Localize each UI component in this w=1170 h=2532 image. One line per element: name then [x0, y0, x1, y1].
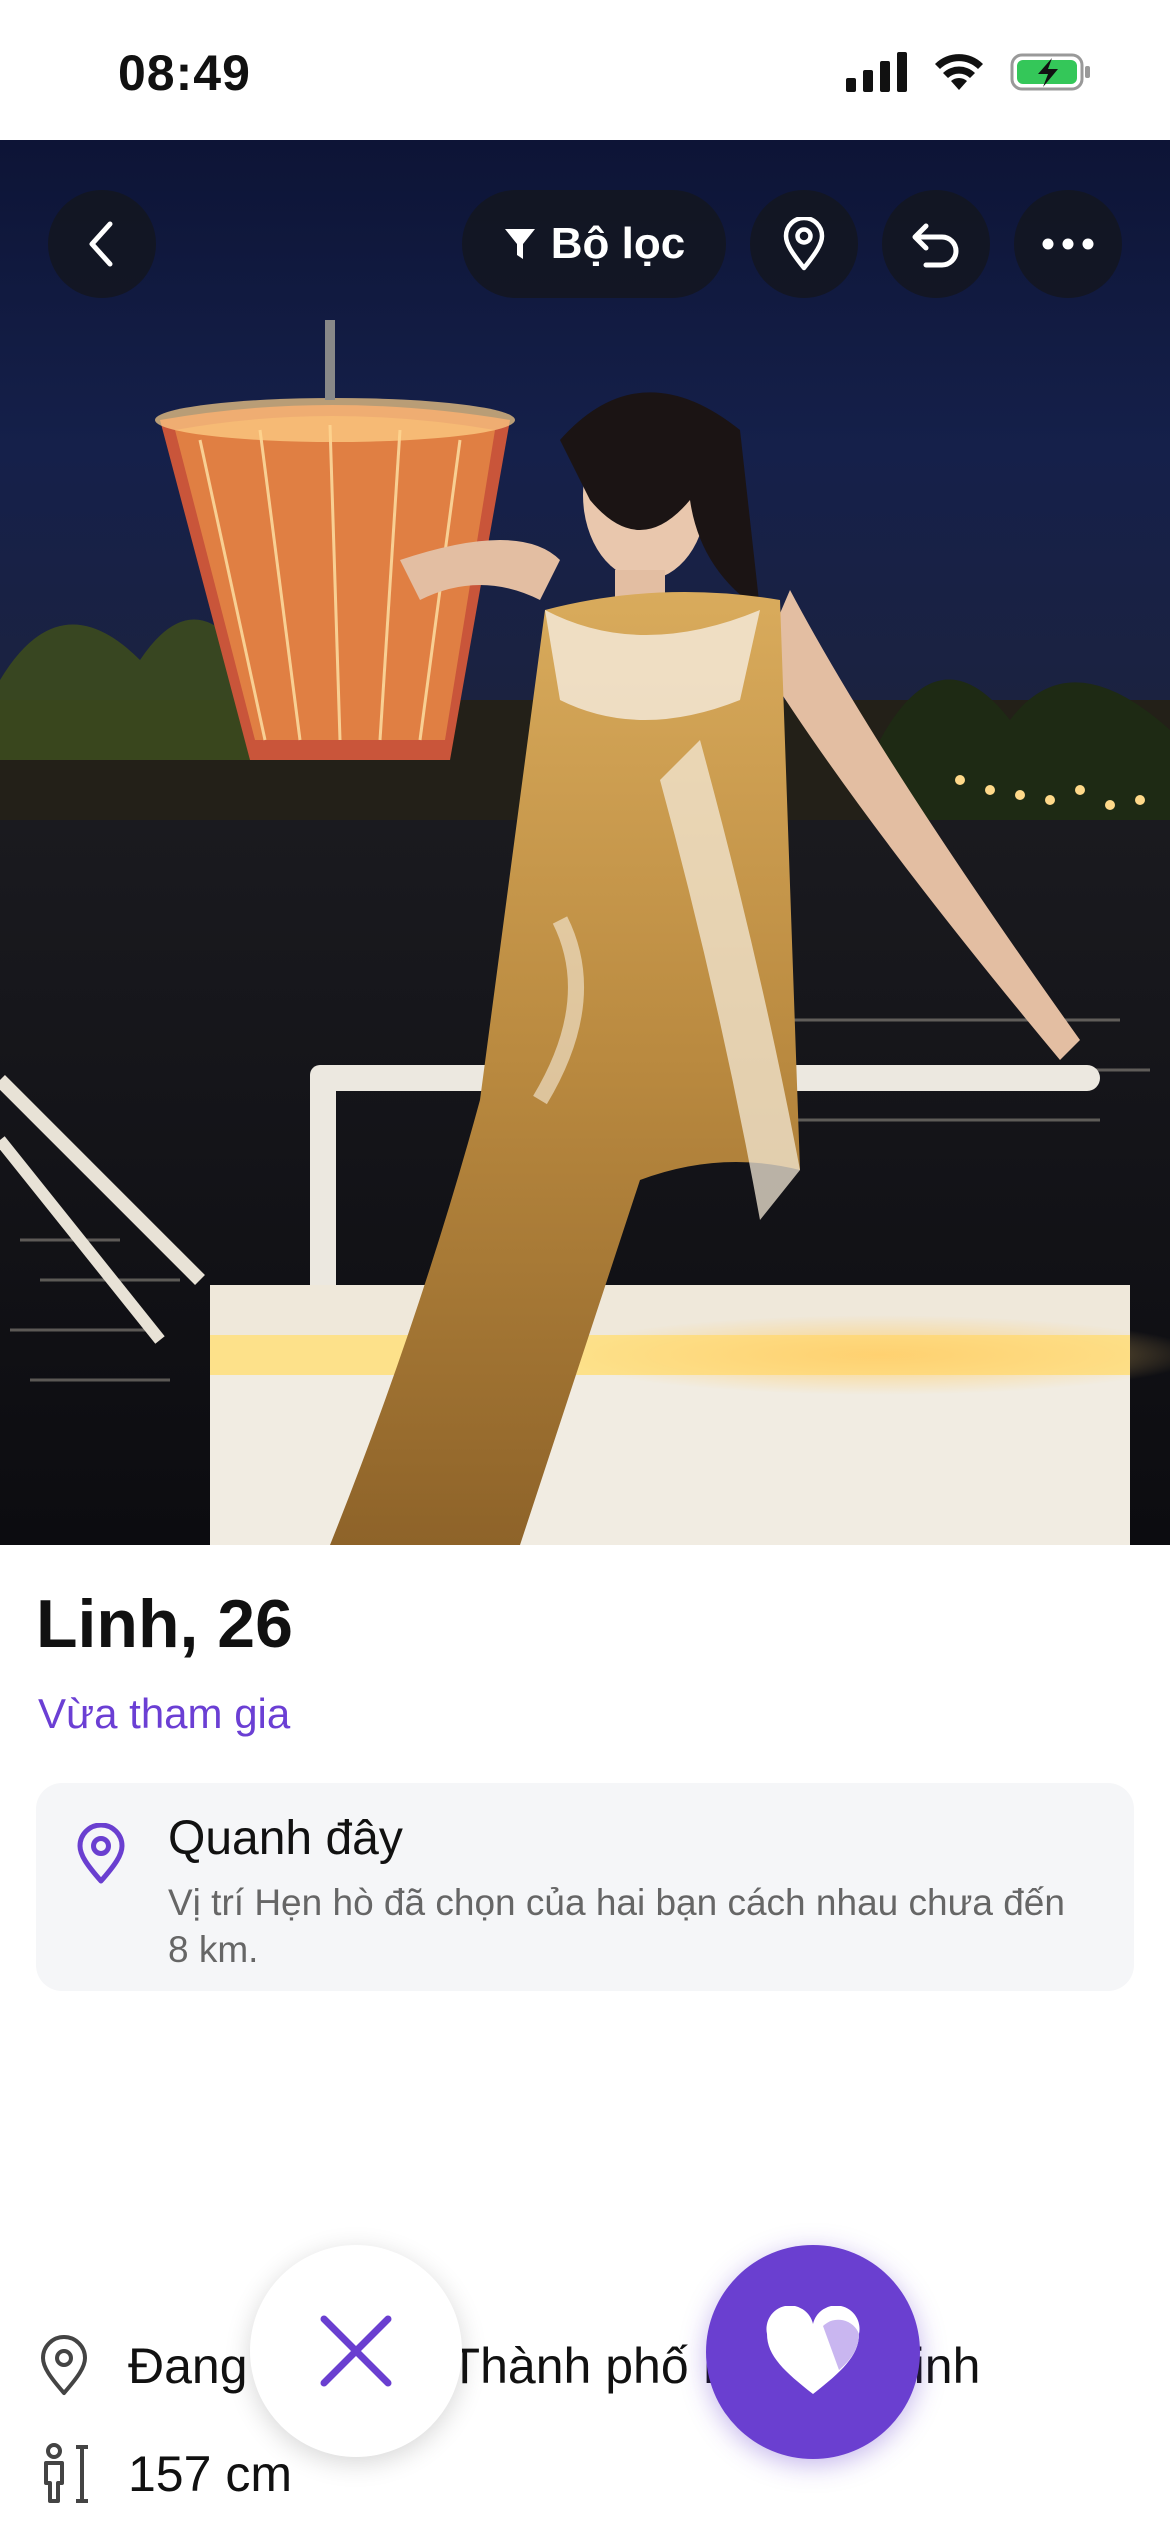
filter-icon: [504, 229, 535, 259]
location-pin-icon: [783, 217, 825, 271]
more-options-button[interactable]: [1014, 190, 1122, 298]
back-button[interactable]: [48, 190, 156, 298]
detail-height-text: 157 cm: [128, 2446, 292, 2502]
height-icon: [44, 2443, 88, 2503]
like-button[interactable]: [706, 2245, 920, 2459]
cellular-signal-icon: [846, 52, 907, 92]
nearby-title: Quanh đây: [168, 1812, 403, 1865]
heart-icon: [766, 2306, 860, 2394]
battery-charging-icon: [1010, 53, 1090, 91]
nearby-description: Vị trí Hẹn hò đã chọn của hai bạn cách n…: [168, 1882, 1065, 1970]
location-button[interactable]: [750, 190, 858, 298]
profile-photo-scene: [0, 320, 1170, 1545]
joined-status: Vừa tham gia: [38, 1690, 291, 1737]
profile-name-age: Linh, 26: [36, 1586, 293, 1662]
status-time: 08:49: [118, 45, 251, 101]
location-pin-icon: [77, 1823, 125, 1884]
profile-photo[interactable]: Bộ lọc: [0, 140, 1170, 1545]
filter-label: Bộ lọc: [550, 219, 686, 268]
detail-row-height: 157 cm: [36, 2443, 292, 2505]
pass-button[interactable]: [250, 2245, 462, 2457]
status-icons: [846, 52, 1092, 92]
undo-button[interactable]: [882, 190, 990, 298]
filter-button[interactable]: Bộ lọc: [462, 190, 726, 298]
chevron-left-icon: [89, 221, 113, 267]
more-horizontal-icon: [1042, 238, 1094, 250]
wifi-icon: [935, 54, 983, 90]
nearby-card: Quanh đây Vị trí Hẹn hò đã chọn của hai …: [36, 1783, 1134, 1991]
status-bar: 08:49: [0, 0, 1170, 140]
close-icon: [320, 2315, 392, 2387]
undo-icon: [912, 223, 959, 268]
location-pin-icon: [41, 2335, 87, 2395]
